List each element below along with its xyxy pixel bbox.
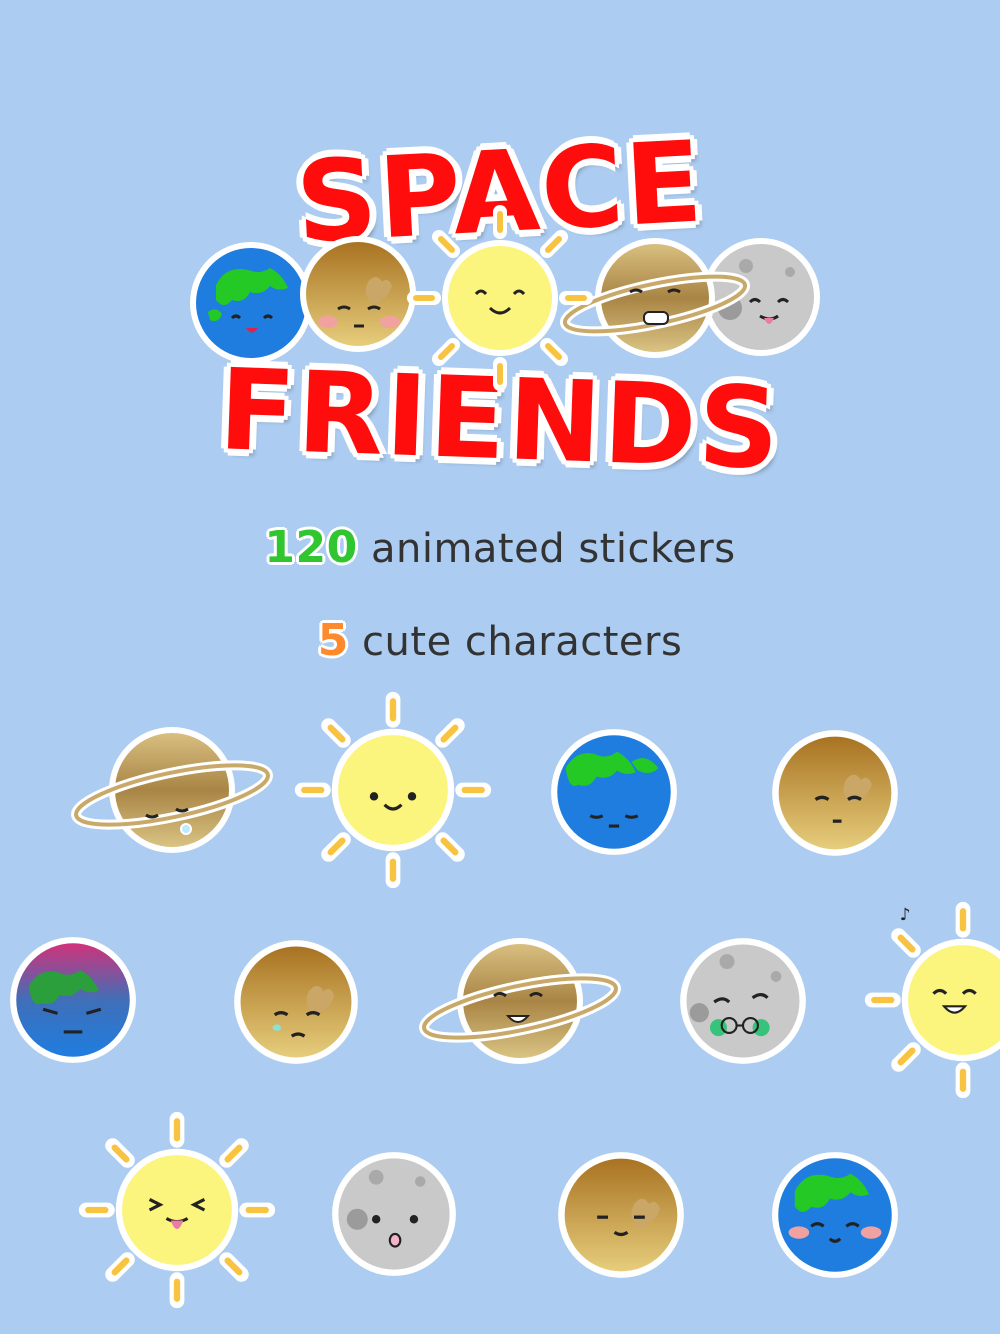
tagline-stickers: 120 animated stickers	[0, 522, 1000, 573]
tagline-characters-text: cute characters	[348, 619, 683, 665]
sun-icon	[78, 1111, 276, 1309]
earth-icon	[10, 937, 136, 1063]
moon-icon	[680, 938, 806, 1064]
tagline-stickers-text: animated stickers	[357, 526, 736, 572]
sun-icon	[294, 691, 492, 889]
character-count: 5	[317, 615, 349, 666]
sticker-count: 120	[264, 522, 358, 573]
saturn-icon	[419, 938, 621, 1064]
saturn-icon	[71, 727, 273, 853]
earth-icon	[190, 242, 312, 364]
mars-icon	[300, 236, 416, 352]
svg-text:♪: ♪	[900, 904, 911, 924]
sun-icon	[407, 205, 593, 391]
sun-icon: ♪	[864, 901, 1000, 1099]
sticker-pack-preview: SPACE FRIENDS 120 animated stickers 5 cu…	[0, 0, 1000, 1334]
earth-icon	[551, 729, 677, 855]
tagline-characters: 5 cute characters	[0, 615, 1000, 666]
mars-icon	[772, 730, 898, 856]
mars-icon	[558, 1152, 684, 1278]
moon-icon	[332, 1152, 456, 1276]
earth-icon	[772, 1152, 898, 1278]
mars-icon	[234, 940, 358, 1064]
